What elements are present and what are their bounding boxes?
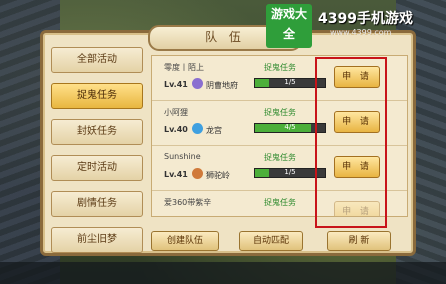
leader-level: Lv.41 (164, 80, 188, 89)
leader-name: Sunshine (164, 152, 201, 161)
location-label: 阴曹地府 (206, 81, 238, 90)
sidebar-item-timed[interactable]: 定时活动 (51, 155, 143, 181)
chat-strip (0, 262, 446, 284)
refresh-button[interactable]: 刷 新 (327, 231, 391, 251)
location-label: 狮驼岭 (206, 171, 230, 180)
activity-sidebar: 全部活动 捉鬼任务 封妖任务 定时活动 剧情任务 前尘旧梦 (51, 47, 143, 263)
task-label: 捉鬼任务 (264, 153, 296, 162)
logo-badge: 游戏大全 (266, 4, 312, 48)
leader-name: 爱360带紫辛 (164, 198, 212, 207)
sidebar-item-all[interactable]: 全部活动 (51, 47, 143, 73)
leader-level: Lv.41 (164, 170, 188, 179)
auto-match-button[interactable]: 自动匹配 (239, 231, 303, 251)
apply-column-highlight (315, 57, 387, 228)
logo-url: www.4399.com (330, 28, 392, 37)
location-icon (192, 78, 203, 89)
leader-name: 小阿狸 (164, 108, 188, 117)
sidebar-item-story[interactable]: 剧情任务 (51, 191, 143, 217)
logo-title: 4399手机游戏 (318, 11, 413, 27)
location-icon (192, 168, 203, 179)
sidebar-item-demon[interactable]: 封妖任务 (51, 119, 143, 145)
sidebar-item-past[interactable]: 前尘旧梦 (51, 227, 143, 253)
leader-name: 零度丨陌上 (164, 63, 204, 72)
sidebar-item-ghost[interactable]: 捉鬼任务 (51, 83, 143, 109)
location-icon (192, 123, 203, 134)
watermark-logo: 游戏大全 4399手机游戏 www.4399.com (266, 4, 442, 48)
task-label: 捉鬼任务 (264, 198, 296, 207)
task-label: 捉鬼任务 (264, 63, 296, 72)
create-team-button[interactable]: 创建队伍 (151, 231, 219, 251)
location-label: 龙宫 (206, 126, 222, 135)
leader-level: Lv.40 (164, 125, 188, 134)
task-label: 捉鬼任务 (264, 108, 296, 117)
